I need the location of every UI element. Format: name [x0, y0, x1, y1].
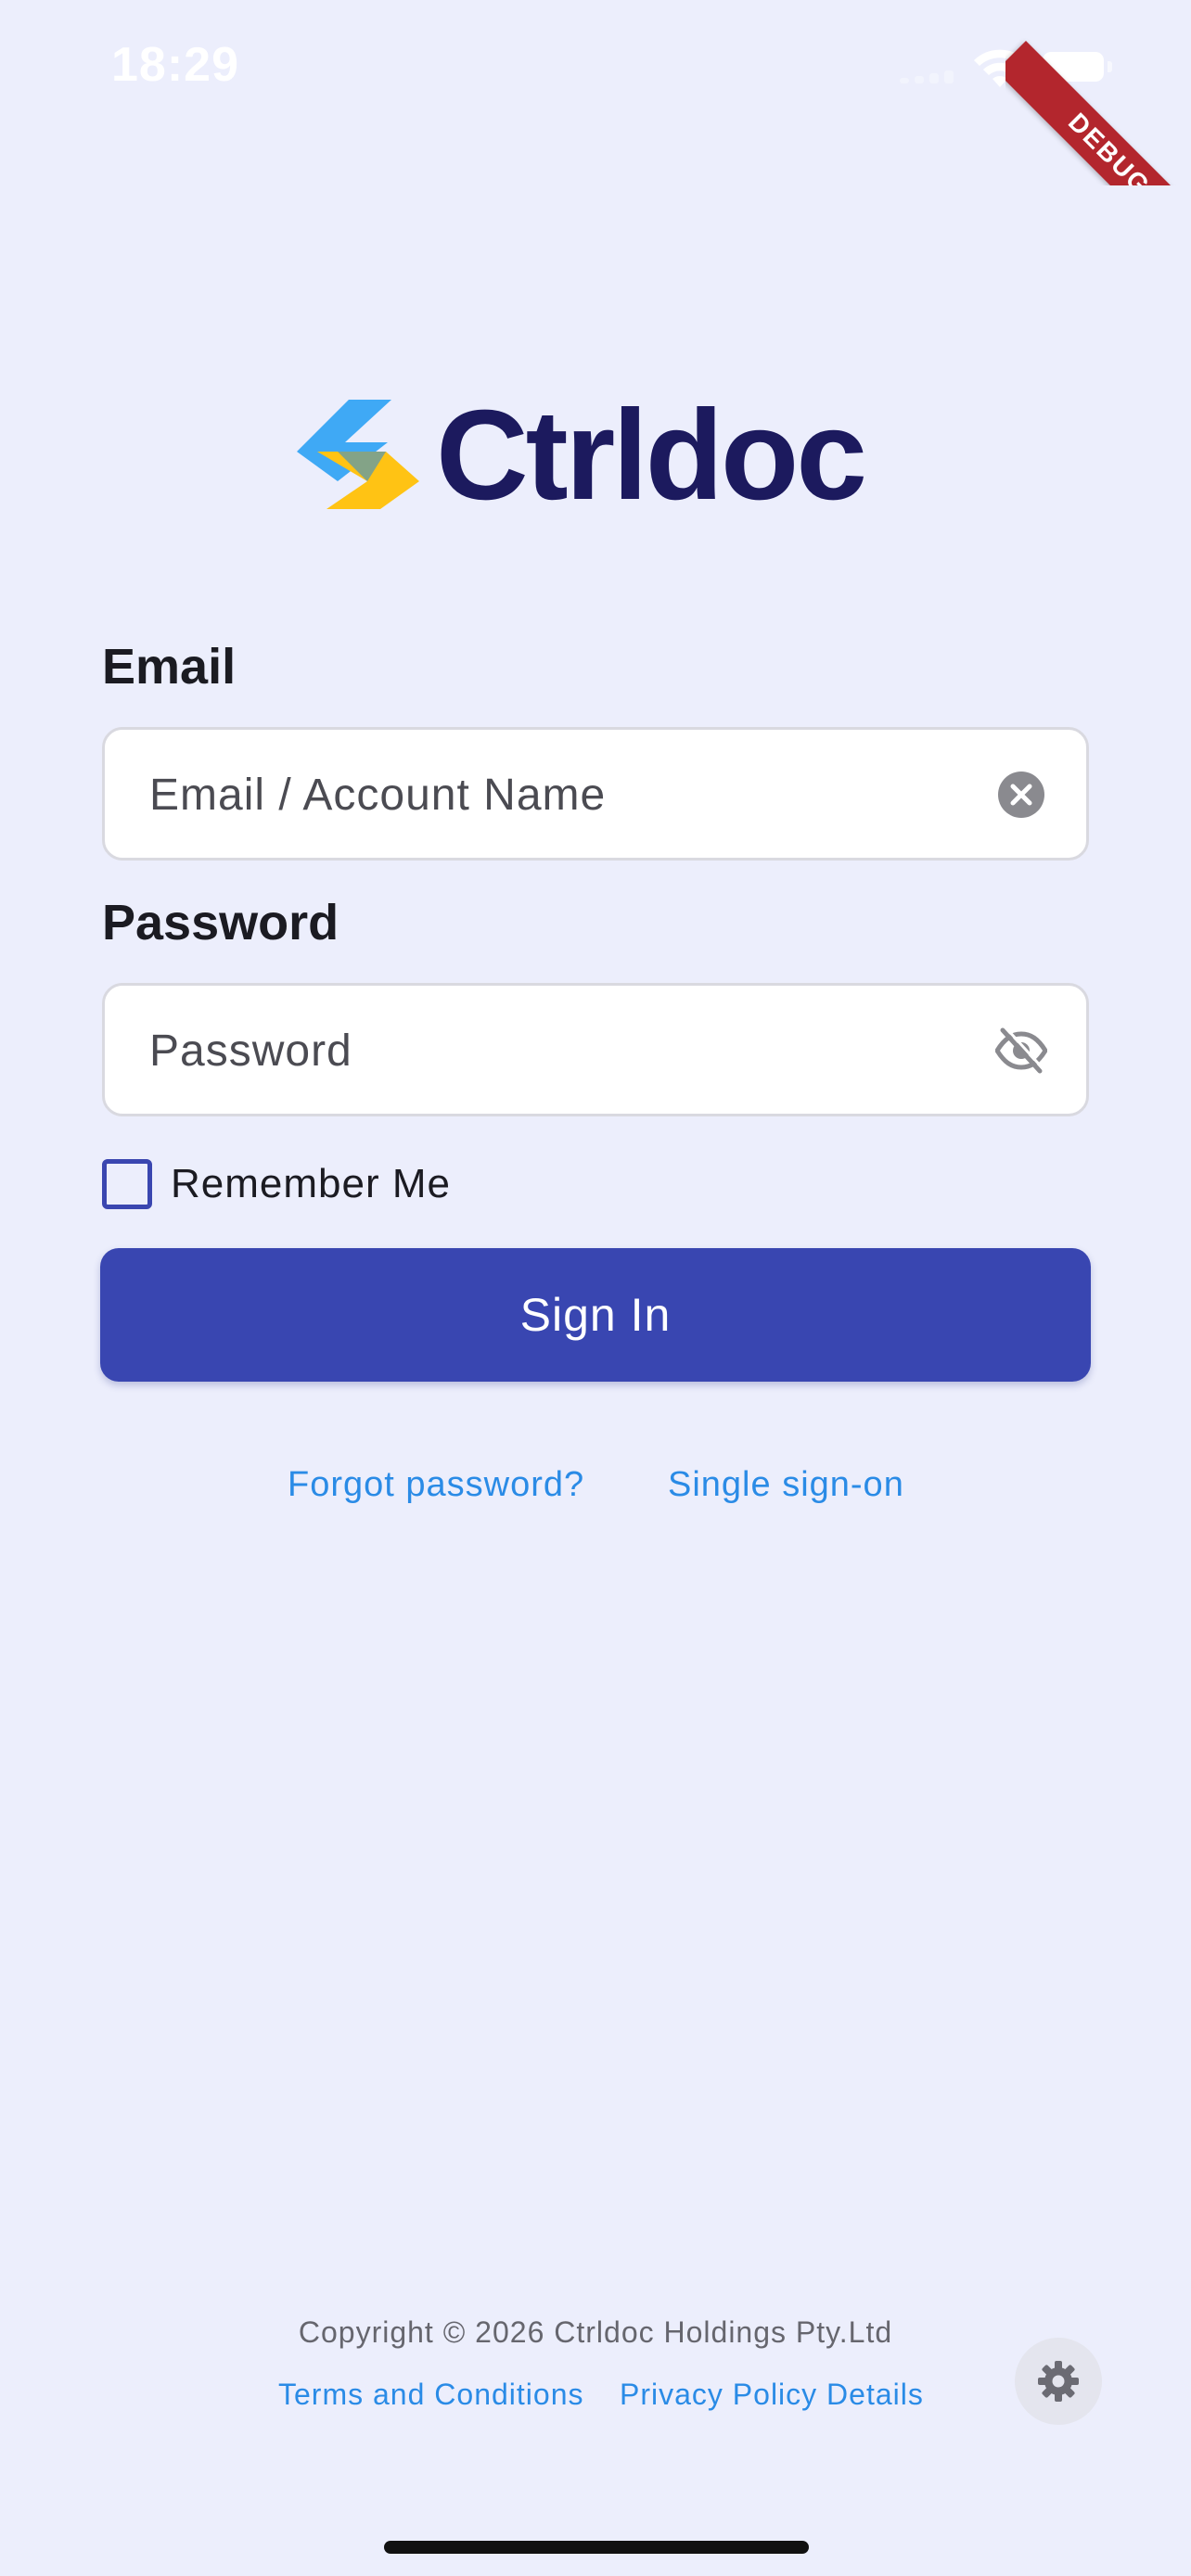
password-field-container: [102, 983, 1089, 1116]
status-time: 18:29: [111, 38, 239, 92]
brand-logo: Ctrldoc: [295, 390, 907, 520]
email-input[interactable]: [147, 730, 986, 860]
single-sign-on-link[interactable]: Single sign-on: [668, 1465, 904, 1505]
debug-banner: DEBUG: [1005, 0, 1191, 185]
clear-icon[interactable]: [997, 771, 1045, 819]
privacy-policy-link[interactable]: Privacy Policy Details: [620, 2378, 924, 2412]
terms-link[interactable]: Terms and Conditions: [278, 2378, 583, 2412]
debug-ribbon-label: DEBUG: [1005, 41, 1191, 185]
forgot-password-link[interactable]: Forgot password?: [288, 1465, 584, 1505]
gear-icon: [1038, 2361, 1079, 2402]
visibility-off-icon[interactable]: [995, 1027, 1047, 1075]
cellular-signal-icon: [900, 70, 965, 83]
settings-button[interactable]: [1015, 2338, 1102, 2425]
brand-wordmark: Ctrldoc: [436, 384, 867, 527]
sign-in-button[interactable]: Sign In: [100, 1248, 1091, 1382]
email-label: Email: [102, 639, 237, 695]
remember-me-label: Remember Me: [171, 1161, 451, 1206]
logo-mark-icon: [297, 400, 419, 509]
email-field-container: [102, 727, 1089, 861]
password-input[interactable]: [147, 986, 986, 1116]
copyright-text: Copyright © 2026 Ctrldoc Holdings Pty.Lt…: [298, 2315, 893, 2349]
password-label: Password: [102, 895, 339, 950]
home-indicator: [384, 2541, 809, 2554]
remember-me-checkbox[interactable]: [102, 1159, 152, 1209]
